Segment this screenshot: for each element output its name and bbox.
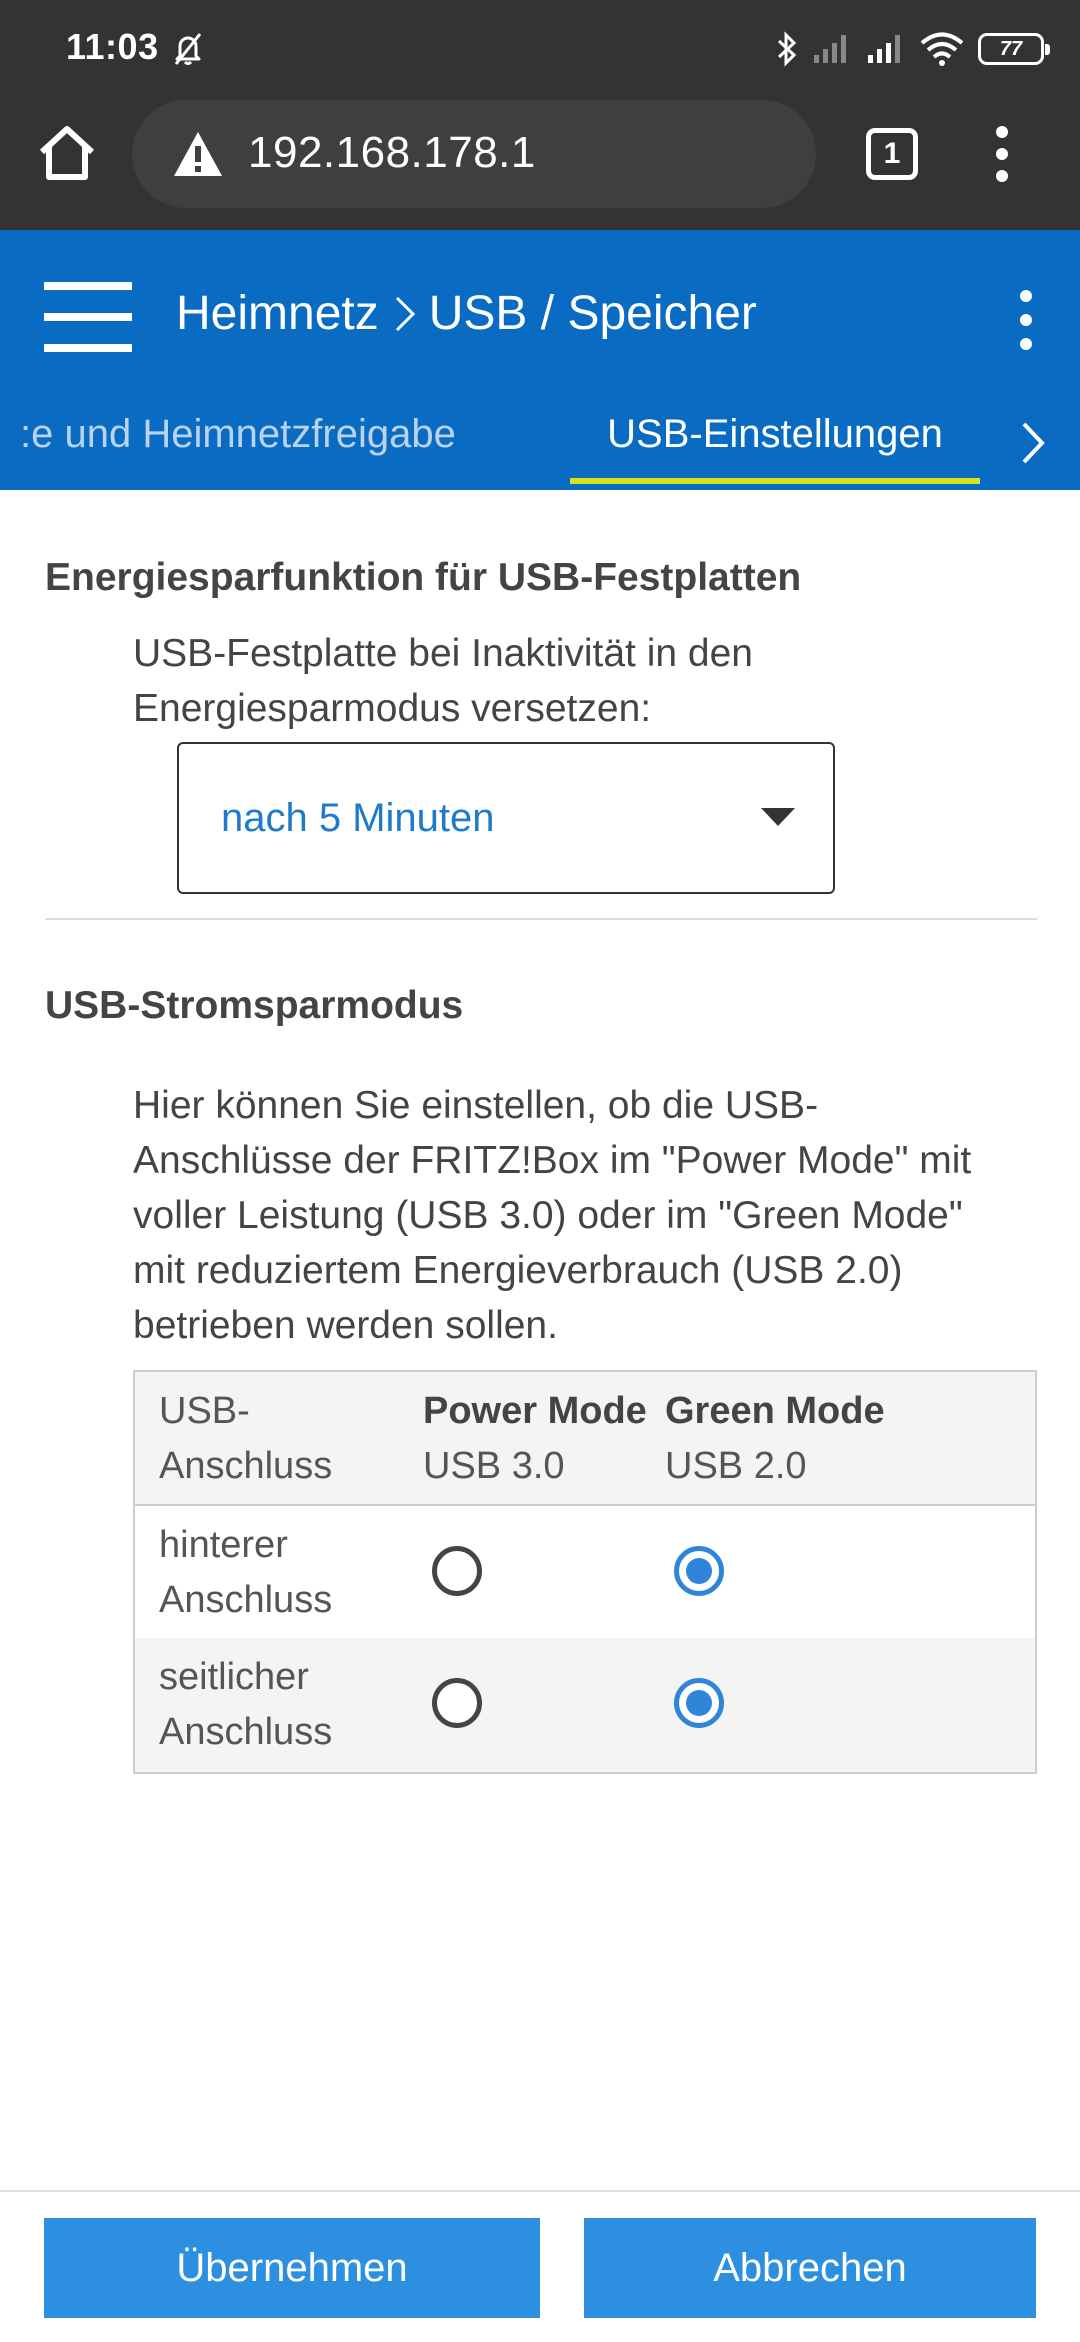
port-label: hinterer Anschluss	[159, 1518, 389, 1628]
section-title-energiespar: Energiesparfunktion für USB-Festplatten	[45, 556, 802, 599]
chevron-right-icon[interactable]	[1018, 418, 1048, 468]
energy-description-line: USB-Festplatte bei Inaktivität in den	[133, 632, 753, 675]
bell-off-icon	[174, 33, 202, 65]
home-icon[interactable]	[36, 122, 98, 184]
table-row: seitlicher Anschluss	[135, 1638, 1035, 1772]
power-description-line: Hier können Sie einstellen, ob die USB-	[133, 1084, 819, 1127]
more-vert-icon[interactable]	[980, 122, 1024, 186]
table-row: hinterer Anschluss	[135, 1506, 1035, 1638]
port-label-line: hinterer	[159, 1524, 288, 1566]
section-title-stromsparmodus: USB-Stromsparmodus	[45, 984, 464, 1027]
port-label-line: Anschluss	[159, 1579, 333, 1621]
chevron-right-icon	[395, 296, 415, 331]
header-green-sub: USB 2.0	[665, 1445, 807, 1487]
radio-green-mode-seitlicher[interactable]	[674, 1678, 724, 1728]
breadcrumb-usb-speicher: USB / Speicher	[428, 287, 757, 340]
port-label: seitlicher Anschluss	[159, 1650, 389, 1760]
warning-icon[interactable]	[172, 130, 224, 178]
breadcrumb-heimnetz[interactable]: Heimnetz	[176, 286, 379, 341]
clock: 11:03	[66, 26, 159, 67]
bottom-action-bar: Übernehmen Abbrechen	[0, 2190, 1080, 2342]
hamburger-menu-icon[interactable]	[44, 282, 132, 352]
breadcrumb: Heimnetz USB / Speicher	[176, 286, 757, 341]
radio-power-mode-hinterer[interactable]	[432, 1546, 482, 1596]
cancel-button[interactable]: Abbrechen	[584, 2218, 1036, 2318]
status-bar: 11:03 77	[0, 0, 1080, 96]
table-header-row: USB- Anschluss Power Mode USB 3.0 Green …	[135, 1372, 1035, 1506]
usb-mode-table: USB- Anschluss Power Mode USB 3.0 Green …	[133, 1370, 1037, 1774]
header-power-sub: USB 3.0	[423, 1445, 565, 1487]
wifi-icon	[920, 32, 964, 66]
power-description-line: mit reduziertem Energieverbrauch (USB 2.…	[133, 1249, 903, 1292]
power-description-line: voller Leistung (USB 3.0) oder im "Green…	[133, 1194, 963, 1237]
status-icons: 77	[776, 28, 1050, 70]
signal-icon	[868, 35, 900, 63]
power-description-line: betrieben werden sollen.	[133, 1304, 558, 1347]
radio-power-mode-seitlicher[interactable]	[432, 1678, 482, 1728]
caret-down-icon	[761, 808, 795, 826]
app-header: Heimnetz USB / Speicher :e und Heimnetzf…	[0, 230, 1080, 490]
header-green-mode: Green Mode USB 2.0	[665, 1384, 925, 1494]
url-text[interactable]: 192.168.178.1	[248, 128, 536, 178]
radio-green-mode-hinterer[interactable]	[674, 1546, 724, 1596]
battery-icon: 77	[978, 33, 1050, 65]
energy-description: USB-Festplatte bei Inaktivität in den En…	[133, 626, 1033, 736]
apply-button[interactable]: Übernehmen	[44, 2218, 540, 2318]
header-port-line: Anschluss	[159, 1445, 333, 1487]
tab-heimnetzfreigabe[interactable]: :e und Heimnetzfreigabe	[20, 412, 500, 457]
port-label-line: seitlicher	[159, 1656, 309, 1698]
active-tab-indicator	[570, 478, 980, 484]
address-bar[interactable]: 192.168.178.1	[132, 100, 816, 208]
header-port: USB- Anschluss	[159, 1384, 389, 1494]
standby-timeout-select[interactable]: nach 5 Minuten	[177, 742, 835, 894]
power-description: Hier können Sie einstellen, ob die USB- …	[133, 1078, 1033, 1353]
signal-icon	[814, 35, 846, 63]
divider	[45, 918, 1037, 920]
bluetooth-icon	[777, 31, 797, 67]
header-power-mode: Power Mode USB 3.0	[423, 1384, 653, 1494]
header-power-title: Power Mode	[423, 1390, 647, 1432]
tab-usb-einstellungen[interactable]: USB-Einstellungen	[570, 412, 980, 457]
port-label-line: Anschluss	[159, 1711, 333, 1753]
select-value: nach 5 Minuten	[221, 796, 495, 840]
browser-toolbar: 192.168.178.1 1	[0, 96, 1080, 230]
energy-description-line: Energiesparmodus versetzen:	[133, 687, 652, 730]
power-description-line: Anschlüsse der FRITZ!Box im "Power Mode"…	[133, 1139, 972, 1182]
header-port-line: USB-	[159, 1390, 250, 1432]
tabs-icon[interactable]: 1	[866, 128, 918, 180]
header-green-title: Green Mode	[665, 1390, 885, 1432]
more-vert-icon[interactable]	[1006, 286, 1046, 356]
